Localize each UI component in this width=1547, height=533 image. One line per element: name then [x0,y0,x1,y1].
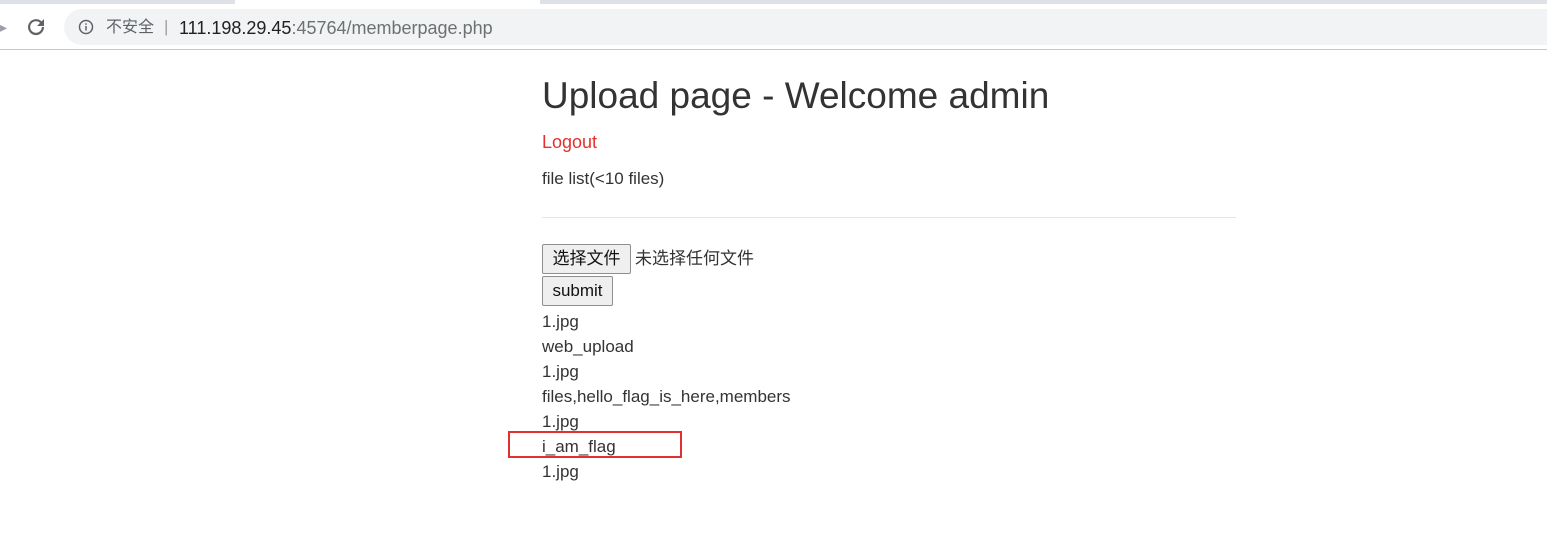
security-label[interactable]: 不安全 [106,18,154,36]
choose-file-button[interactable]: 选择文件 [542,244,631,274]
divider [542,217,1236,218]
reload-icon[interactable] [24,15,48,39]
file-item: web_upload [542,337,634,356]
file-item: 1.jpg [542,362,579,381]
browser-toolbar: ▸ 不安全 | 111.198.29.45:45764/memberpage.p… [0,4,1547,50]
submit-button[interactable]: submit [542,276,613,306]
file-item: files,hello_flag_is_here,members [542,387,791,406]
file-list-label: file list(<10 files) [542,169,665,188]
highlight-annotation-box [508,431,682,458]
page-title: Upload page - Welcome admin [542,75,1050,116]
no-file-selected-text: 未选择任何文件 [635,249,754,269]
url-text[interactable]: 111.198.29.45:45764/memberpage.php [179,18,493,38]
url-separator: | [164,17,169,36]
address-bar[interactable]: 不安全 | 111.198.29.45:45764/memberpage.php [64,9,1547,45]
url-path: :45764/memberpage.php [291,18,493,38]
file-item: 1.jpg [542,312,579,331]
logout-link[interactable]: Logout [542,132,597,152]
url-host: 111.198.29.45 [179,18,292,38]
info-circle-icon[interactable] [78,19,94,35]
arrow-left-icon[interactable]: ▸ [0,20,8,34]
file-item: 1.jpg [542,462,579,481]
